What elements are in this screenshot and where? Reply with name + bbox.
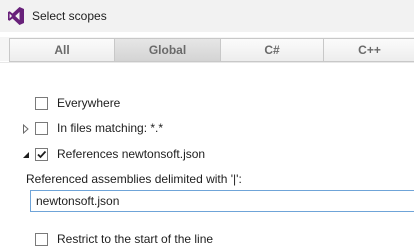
divider xyxy=(0,62,414,63)
expanded-arrow-icon[interactable] xyxy=(22,151,30,159)
tab-global[interactable]: Global xyxy=(115,39,221,61)
in-files-matching-checkbox[interactable] xyxy=(35,122,48,135)
title-bar: Select scopes xyxy=(0,0,414,32)
everywhere-checkbox[interactable] xyxy=(35,97,48,110)
restrict-label: Restrict to the start of the line xyxy=(57,232,214,246)
tab-csharp[interactable]: C# xyxy=(221,39,324,61)
references-checkbox[interactable] xyxy=(35,148,48,161)
references-label: References newtonsoft.json xyxy=(57,147,206,161)
everywhere-label: Everywhere xyxy=(57,96,121,110)
checkmark-icon xyxy=(37,150,47,159)
tab-all[interactable]: All xyxy=(10,39,115,61)
assemblies-input[interactable] xyxy=(30,190,414,212)
visual-studio-logo-icon xyxy=(8,7,24,25)
in-files-matching-label: In files matching: *.* xyxy=(57,121,164,135)
tab-cpp[interactable]: C++ xyxy=(324,39,414,61)
collapsed-arrow-icon[interactable] xyxy=(22,124,30,134)
assemblies-label: Referenced assemblies delimited with '|'… xyxy=(26,172,242,186)
window-title: Select scopes xyxy=(32,9,107,23)
scope-tab-strip: All Global C# C++ xyxy=(9,38,414,62)
restrict-checkbox[interactable] xyxy=(35,233,48,246)
